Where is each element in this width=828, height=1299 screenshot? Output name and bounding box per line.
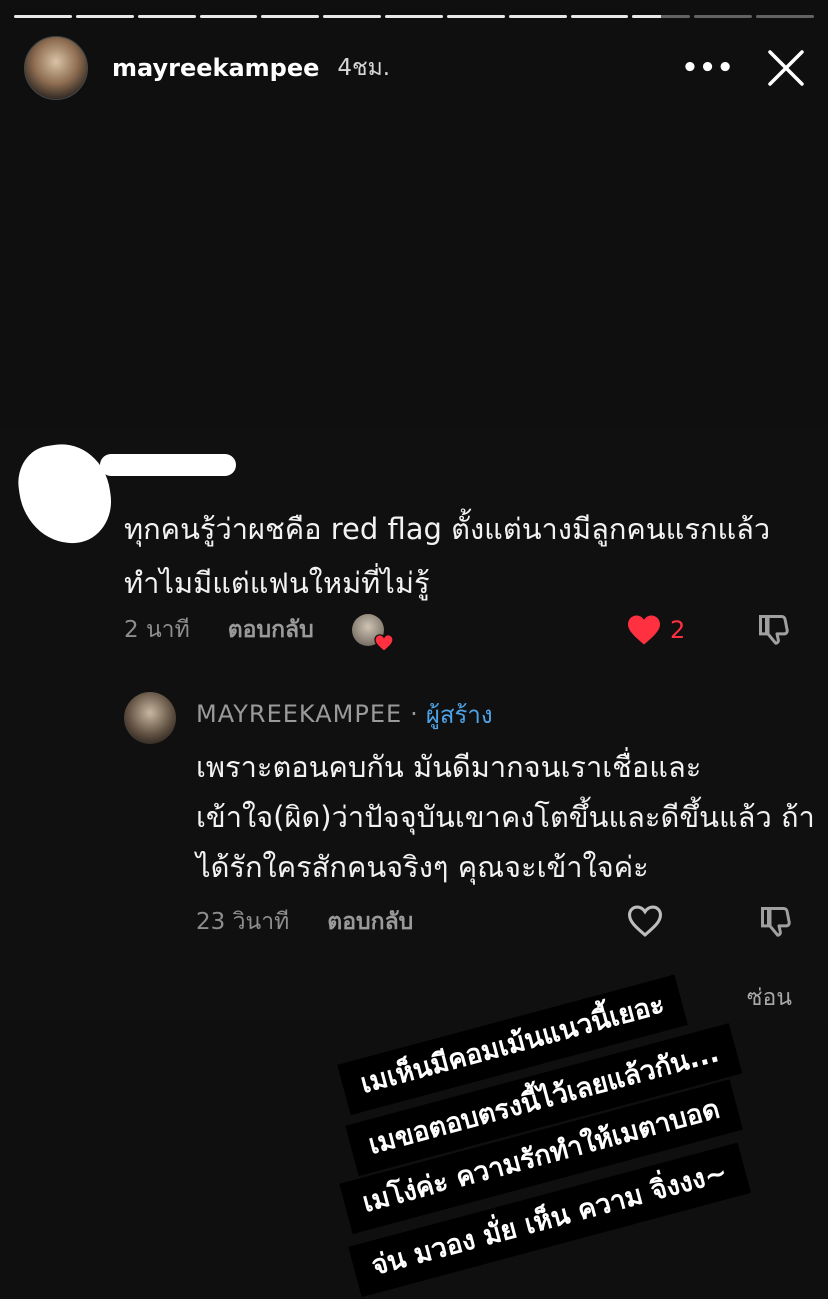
thumbs-down-icon[interactable]: [756, 612, 792, 648]
reply-time: 23 วินาที: [196, 909, 290, 935]
heart-filled-icon[interactable]: [626, 614, 662, 646]
reply-meta: 23 วินาที ตอบกลับ: [196, 902, 806, 942]
creator-liked-avatar: [351, 614, 394, 652]
progress-segment: [694, 15, 753, 18]
reply-header: MAYREEKAMPEE · ผู้สร้าง: [196, 696, 493, 732]
progress-segment: [261, 15, 320, 18]
progress-segment: [570, 15, 629, 18]
comment-screenshot: ทุกคนรู้ว่าผชคือ red flag ตั้งแต่นางมีลู…: [0, 430, 828, 1020]
progress-segment: [137, 15, 196, 18]
close-icon[interactable]: [764, 46, 808, 90]
progress-segment: [446, 15, 505, 18]
progress-segment: [756, 15, 814, 18]
redaction-scribble: [100, 454, 236, 476]
separator-dot: ·: [410, 700, 418, 728]
progress-segment: [632, 15, 691, 18]
progress-segment: [75, 15, 134, 18]
comment-time: 2 นาที: [124, 617, 190, 643]
reply-text: เพราะตอนคบกัน มันดีมากจนเราเชื่อและเข้าใ…: [196, 750, 815, 884]
progress-segment: [14, 15, 72, 18]
heart-outline-icon[interactable]: [626, 904, 664, 938]
comment-like-group[interactable]: 2: [626, 610, 685, 650]
profile-avatar[interactable]: [24, 36, 88, 100]
creator-badge: ผู้สร้าง: [425, 700, 493, 729]
progress-segment: [508, 15, 567, 18]
progress-segment: [199, 15, 258, 18]
story-header: mayreekampee 4ชม. •••: [24, 36, 808, 100]
comment-reply-button[interactable]: ตอบกลับ: [228, 612, 314, 648]
story-username[interactable]: mayreekampee: [112, 54, 319, 82]
story-progress-bar: [14, 15, 814, 18]
ellipsis-icon[interactable]: •••: [682, 46, 734, 90]
progress-segment: [323, 15, 382, 18]
reply-reply-button[interactable]: ตอบกลับ: [327, 904, 413, 940]
comment-like-count: 2: [670, 616, 686, 644]
comment-text: ทุกคนรู้ว่าผชคือ red flag ตั้งแต่นางมีลู…: [124, 512, 771, 600]
progress-segment: [385, 15, 443, 18]
creator-avatar: [124, 692, 176, 744]
hide-replies-button[interactable]: ซ่อน: [747, 980, 792, 1016]
reply-username: MAYREEKAMPEE: [196, 700, 403, 728]
story-timestamp: 4ชม.: [337, 55, 391, 81]
thumbs-down-icon[interactable]: [758, 904, 794, 940]
comment-meta: 2 นาที ตอบกลับ 2: [124, 610, 804, 652]
heart-filled-icon: [374, 634, 394, 652]
redaction-scribble: [13, 438, 117, 550]
